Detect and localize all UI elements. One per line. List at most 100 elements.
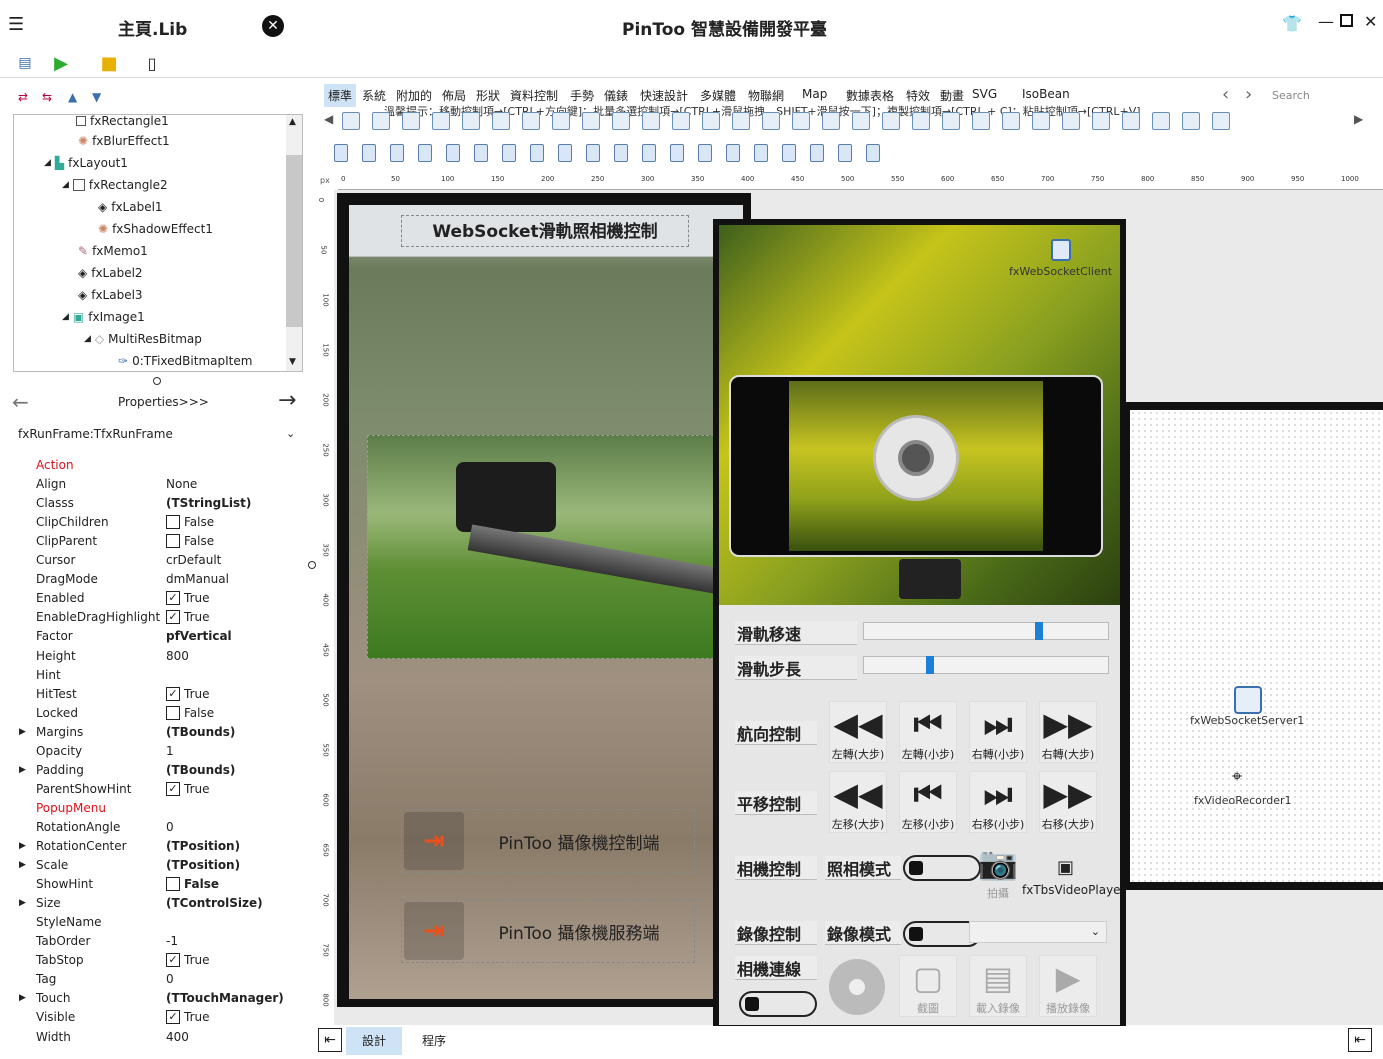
mobile-device-icon[interactable]: ▯ [141,52,163,74]
component-selector[interactable]: fxRunFrame:TfxRunFrame [18,427,173,441]
move-left-small-button[interactable]: ⏮ 左移(小步) [899,771,957,833]
property-value[interactable]: (TTouchManager) [166,991,284,1005]
tab-prev-icon[interactable]: ‹ [1222,84,1229,105]
tab-13[interactable]: 特效 [902,84,934,107]
property-row[interactable]: Factor pfVertical [0,627,312,646]
align-tool-icon[interactable] [390,144,404,162]
align-tool-icon[interactable] [698,144,712,162]
palette-component-icon[interactable] [1092,112,1110,130]
tab-8[interactable]: 快速設計 [636,84,692,107]
align-tool-icon[interactable] [642,144,656,162]
property-row[interactable]: StyleName [0,913,312,932]
property-row[interactable]: RotationAngle 0 [0,818,312,837]
palette-component-icon[interactable] [702,112,720,130]
back-arrow-icon[interactable]: ← [12,390,29,414]
align-tool-icon[interactable] [670,144,684,162]
run-frame-controller[interactable]: fxWebSocketClient 滑軌移速 滑軌步長 航向控制 ◀◀ 左轉(大步… [713,219,1126,1032]
property-value[interactable]: (TControlSize) [166,896,263,910]
run-frame-server[interactable]: fxWebSocketServer1 ⌖ fxVideoRecorder1 [1126,402,1383,890]
palette-component-icon[interactable] [1212,112,1230,130]
palette-component-icon[interactable] [612,112,630,130]
palette-component-icon[interactable] [582,112,600,130]
shoot-button[interactable]: 📷 拍攝 [969,841,1027,903]
expand-arrow-icon[interactable]: ▶ [19,860,26,870]
align-tool-icon[interactable] [558,144,572,162]
align-tool-icon[interactable] [614,144,628,162]
websocket-server-icon[interactable] [1234,686,1262,714]
palette-component-icon[interactable] [1032,112,1050,130]
checkbox-icon[interactable]: ✓ [166,610,180,625]
tree-scrollbar[interactable]: ▲ ▼ [286,115,302,371]
turn-right-big-button[interactable]: ▶▶ 右轉(大步) [1039,701,1097,763]
property-value[interactable]: False [166,534,214,549]
collapse-right-icon[interactable]: ⇤ [1348,1028,1372,1052]
tree-item[interactable]: ◢ fxRectangle2 [62,175,168,195]
palette-component-icon[interactable] [342,112,360,130]
add-node-icon[interactable]: ⇄ [18,90,28,104]
property-value[interactable]: (TBounds) [166,763,235,777]
property-value[interactable]: (TPosition) [166,858,240,872]
property-value[interactable]: dmManual [166,572,229,586]
property-value[interactable]: False [166,705,214,720]
maximize-icon[interactable] [1340,14,1353,27]
property-value[interactable]: (TBounds) [166,725,235,739]
scroll-down-icon[interactable]: ▼ [289,357,296,367]
turn-left-big-button[interactable]: ◀◀ 左轉(大步) [829,701,887,763]
property-row[interactable]: Height 800 [0,647,312,666]
palette-component-icon[interactable] [492,112,510,130]
palette-component-icon[interactable] [672,112,690,130]
expand-arrow-icon[interactable]: ▶ [19,765,26,775]
property-row[interactable]: HitTest ✓ True [0,685,312,704]
scroll-thumb[interactable] [286,155,302,327]
minimize-icon[interactable]: — [1318,12,1334,31]
palette-component-icon[interactable] [1182,112,1200,130]
tab-14[interactable]: 動畫 [936,84,968,107]
property-row[interactable]: ▶ RotationCenter (TPosition) [0,837,312,856]
palette-component-icon[interactable] [912,112,930,130]
tree-item[interactable]: ✺ fxShadowEffect1 [98,219,213,239]
property-row[interactable]: Opacity 1 [0,742,312,761]
palette-component-icon[interactable] [852,112,870,130]
move-right-small-button[interactable]: ⏭ 右移(小步) [969,771,1027,833]
palette-component-icon[interactable] [462,112,480,130]
property-row[interactable]: Cursor crDefault [0,551,312,570]
screenshot-button[interactable]: ▢ 截圖 [899,955,957,1017]
tree-item[interactable]: ◢ ▙ fxLayout1 [44,153,128,173]
tab-4[interactable]: 形狀 [472,84,504,107]
property-value[interactable]: ✓ True [166,781,210,796]
align-tool-icon[interactable] [474,144,488,162]
align-tool-icon[interactable] [782,144,796,162]
property-row[interactable]: Tag 0 [0,970,312,989]
tree-item[interactable]: ✑ 0:TFixedBitmapItem [118,351,252,371]
align-tool-icon[interactable] [754,144,768,162]
palette-component-icon[interactable] [882,112,900,130]
checkbox-icon[interactable] [166,877,180,892]
close-window-icon[interactable]: ✕ [1364,12,1377,31]
load-video-button[interactable]: ▤ 載入錄像 [969,955,1027,1017]
checkbox-icon[interactable]: ✓ [166,781,180,796]
property-value[interactable]: ✓ True [166,591,210,606]
property-row[interactable]: TabOrder -1 [0,932,312,951]
expand-arrow-icon[interactable]: ▶ [19,727,26,737]
palette-component-icon[interactable] [762,112,780,130]
close-library-icon[interactable]: ✕ [262,15,284,37]
property-row[interactable]: ClipChildren False [0,513,312,532]
property-value[interactable]: -1 [166,934,178,948]
palette-component-icon[interactable] [792,112,810,130]
palette-component-icon[interactable] [1152,112,1170,130]
new-project-icon[interactable]: ▤ [14,52,36,74]
record-select[interactable]: ⌄ [969,921,1107,943]
property-row[interactable]: ShowHint False [0,875,312,894]
tab-design[interactable]: 設計 [346,1027,402,1055]
property-value[interactable]: False [166,515,214,530]
property-row[interactable]: ▶ Touch (TTouchManager) [0,989,312,1008]
property-row[interactable]: ▶ Size (TControlSize) [0,894,312,913]
palette-component-icon[interactable] [1062,112,1080,130]
expand-arrow-icon[interactable]: ▶ [19,841,26,851]
tab-9[interactable]: 多媒體 [696,84,740,107]
align-tool-icon[interactable] [502,144,516,162]
property-row[interactable]: ▶ Margins (TBounds) [0,723,312,742]
tree-item[interactable]: ◈ fxLabel2 [78,263,143,283]
tree-item[interactable]: ✎ fxMemo1 [78,241,148,261]
tab-2[interactable]: 附加的 [392,84,436,107]
